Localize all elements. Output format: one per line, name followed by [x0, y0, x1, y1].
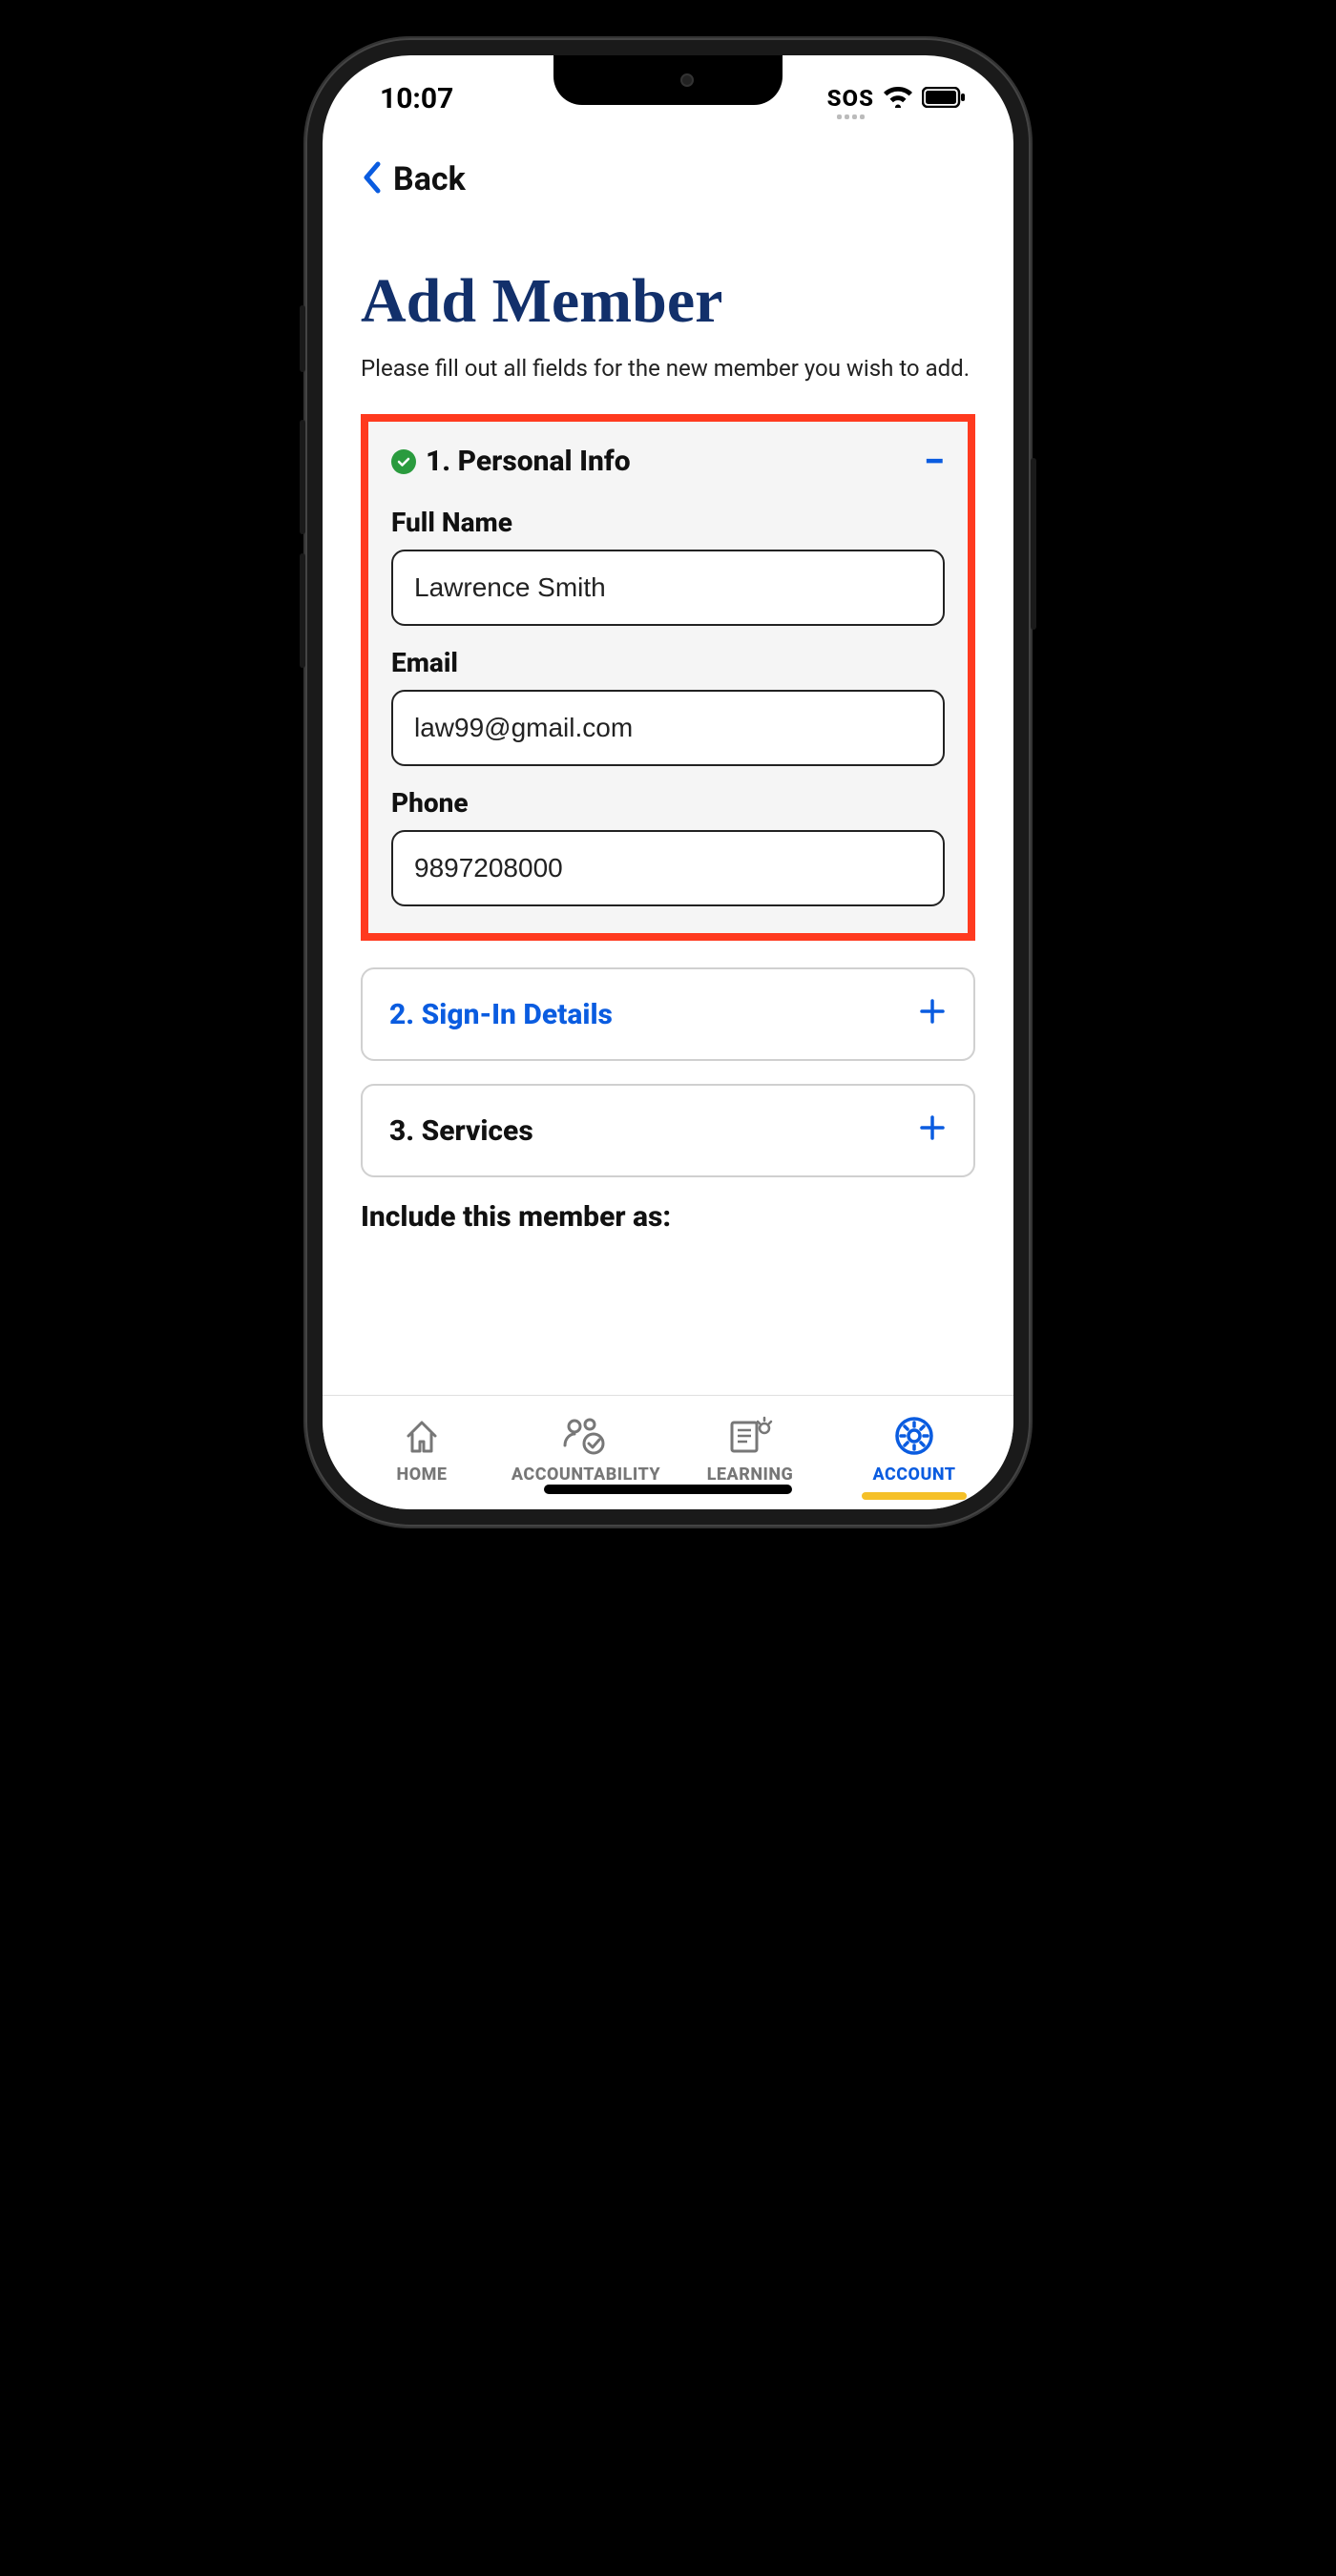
nav-account-label: ACCOUNT: [872, 1465, 955, 1485]
full-name-input[interactable]: [391, 550, 945, 626]
page-title: Add Member: [361, 265, 975, 338]
services-title: 3. Services: [389, 1114, 533, 1148]
status-time: 10:07: [380, 82, 453, 115]
personal-info-title: 1. Personal Info: [426, 445, 631, 478]
book-idea-icon: [726, 1413, 774, 1459]
power-button: [1031, 458, 1036, 630]
email-input[interactable]: [391, 690, 945, 766]
email-label: Email: [391, 647, 945, 678]
gear-icon: [892, 1413, 936, 1459]
personal-info-section: 1. Personal Info − Full Name Email Phone: [361, 414, 975, 941]
phone-label: Phone: [391, 787, 945, 819]
volume-up-button: [300, 420, 305, 534]
content-area: Back Add Member Please fill out all fiel…: [323, 141, 1013, 1395]
full-name-label: Full Name: [391, 507, 945, 538]
services-section[interactable]: 3. Services: [361, 1084, 975, 1177]
nav-accountability-label: ACCOUNTABILITY: [511, 1465, 660, 1485]
collapse-icon: −: [924, 439, 945, 484]
status-sos: SOS: [827, 85, 874, 112]
include-member-label: Include this member as:: [361, 1200, 975, 1234]
active-tab-underline: [862, 1492, 967, 1500]
front-camera: [680, 73, 694, 87]
nav-account[interactable]: ACCOUNT: [832, 1413, 996, 1500]
chevron-left-icon: [361, 160, 382, 198]
nav-learning-label: LEARNING: [707, 1465, 794, 1485]
battery-icon: [922, 82, 966, 115]
phone-frame: 10:07 SOS <количество fill="#000">: [305, 38, 1031, 1527]
volume-down-button: [300, 553, 305, 668]
back-label: Back: [393, 160, 466, 198]
plus-icon: [918, 1111, 947, 1151]
nav-accountability[interactable]: ACCOUNTABILITY: [504, 1413, 668, 1485]
mute-switch: [300, 305, 305, 372]
wifi-icon: <количество fill="#000">: [884, 82, 912, 115]
home-indicator[interactable]: [544, 1485, 792, 1494]
phone-input[interactable]: [391, 830, 945, 906]
sign-in-details-section[interactable]: 2. Sign-In Details: [361, 967, 975, 1061]
screen: 10:07 SOS <количество fill="#000">: [323, 55, 1013, 1509]
page-subtitle: Please fill out all fields for the new m…: [361, 355, 975, 382]
plus-icon: [918, 994, 947, 1034]
check-circle-icon: [391, 449, 416, 474]
people-check-icon: [561, 1413, 611, 1459]
back-button[interactable]: Back: [361, 141, 975, 237]
nav-home[interactable]: HOME: [340, 1413, 504, 1485]
notch: [553, 55, 783, 105]
nav-home-label: HOME: [397, 1465, 448, 1485]
sign-in-details-title: 2. Sign-In Details: [389, 998, 613, 1031]
personal-info-header[interactable]: 1. Personal Info −: [391, 439, 945, 484]
home-icon: [401, 1413, 443, 1459]
nav-learning[interactable]: LEARNING: [668, 1413, 832, 1485]
